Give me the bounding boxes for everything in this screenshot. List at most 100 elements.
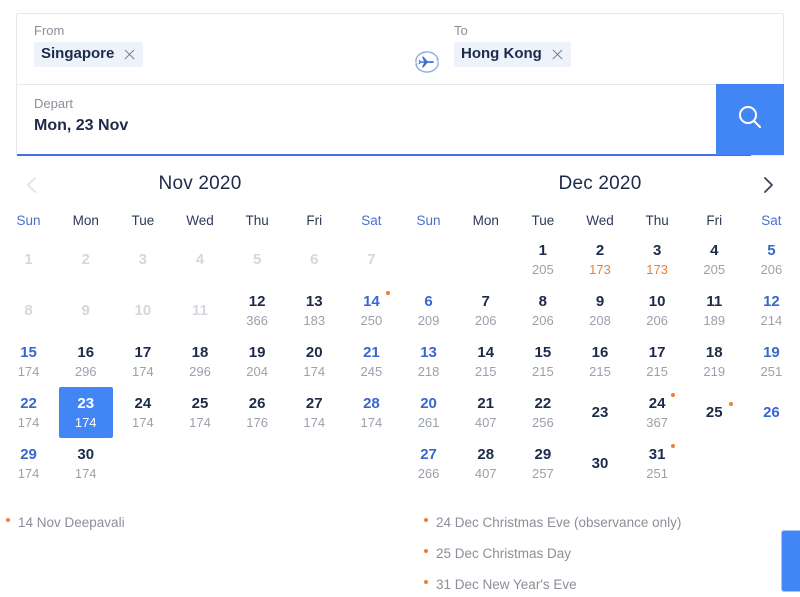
- calendar-day-cell[interactable]: 28407: [457, 438, 514, 489]
- calendar-day-price: 183: [303, 312, 325, 329]
- from-city-chip[interactable]: Singapore: [34, 42, 143, 67]
- weekday-fri: Fri: [686, 206, 743, 234]
- calendar-day-number: 12: [249, 292, 266, 311]
- close-x-icon[interactable]: [551, 48, 564, 61]
- calendar-day-inner: 28174: [344, 387, 398, 438]
- calendar-day-cell[interactable]: 17174: [114, 336, 171, 387]
- chevron-right-icon[interactable]: [756, 173, 780, 197]
- calendar-day-cell[interactable]: 18296: [171, 336, 228, 387]
- calendar-day-cell[interactable]: 20261: [400, 387, 457, 438]
- calendar-day-price: 174: [18, 363, 40, 380]
- calendar-day-cell[interactable]: 30: [571, 438, 628, 489]
- calendar-day-price: 245: [361, 363, 383, 380]
- calendar-day-cell[interactable]: 14215: [457, 336, 514, 387]
- calendar-day-cell[interactable]: 17215: [629, 336, 686, 387]
- calendar-day-cell[interactable]: 27266: [400, 438, 457, 489]
- calendar-day-number: 19: [763, 343, 780, 362]
- edge-floating-button[interactable]: [781, 530, 800, 592]
- calendar-day-cell[interactable]: 26176: [229, 387, 286, 438]
- calendar-day-number: 29: [535, 445, 552, 464]
- calendar-day-cell[interactable]: 5206: [743, 234, 800, 285]
- holiday-legend-text: 25 Dec Christmas Day: [436, 543, 571, 564]
- calendar-month-dec: Dec 2020 Sun Mon Tue Wed Thu Fri Sat 120…: [400, 162, 800, 489]
- calendar-day-number: 31: [649, 445, 666, 464]
- calendar-day-cell[interactable]: 16296: [57, 336, 114, 387]
- calendar-day-cell[interactable]: 19251: [743, 336, 800, 387]
- calendar-day-cell[interactable]: 21407: [457, 387, 514, 438]
- calendar-day-cell[interactable]: 22256: [514, 387, 571, 438]
- calendar-day-number: 6: [424, 292, 432, 311]
- calendar-day-cell[interactable]: 23: [571, 387, 628, 438]
- calendar-day-cell[interactable]: 8206: [514, 285, 571, 336]
- calendar-day-cell[interactable]: 12366: [229, 285, 286, 336]
- calendar-day-cell[interactable]: 15215: [514, 336, 571, 387]
- calendar-day-cell[interactable]: 7206: [457, 285, 514, 336]
- calendar-day-cell[interactable]: 13183: [286, 285, 343, 336]
- calendar-day-cell[interactable]: 31251: [629, 438, 686, 489]
- calendar-day-number: 4: [710, 241, 718, 260]
- calendar-day-inner: 17174: [116, 336, 170, 387]
- weekday-tue: Tue: [114, 206, 171, 234]
- depart-field[interactable]: Depart Mon, 23 Nov: [34, 96, 128, 137]
- calendar-day-cell[interactable]: 4205: [686, 234, 743, 285]
- calendar-day-cell[interactable]: 14250: [343, 285, 400, 336]
- calendar-day-cell[interactable]: 6209: [400, 285, 457, 336]
- weekday-wed: Wed: [571, 206, 628, 234]
- calendar-day-cell[interactable]: 12214: [743, 285, 800, 336]
- calendar-day-empty: [229, 438, 286, 489]
- calendar-day-price: 174: [132, 363, 154, 380]
- to-city-chip[interactable]: Hong Kong: [454, 42, 571, 67]
- calendar-day-number: 12: [763, 292, 780, 311]
- calendar-day-cell[interactable]: 18219: [686, 336, 743, 387]
- calendar-day-empty: [343, 438, 400, 489]
- calendar-day-cell[interactable]: 26: [743, 387, 800, 438]
- calendar-day-cell[interactable]: 29174: [0, 438, 57, 489]
- depart-value: Mon, 23 Nov: [34, 115, 128, 137]
- calendar-day-cell[interactable]: 24174: [114, 387, 171, 438]
- calendar-day-cell[interactable]: 2173: [571, 234, 628, 285]
- calendar-day-price: 208: [589, 312, 611, 329]
- airplane-swap-icon[interactable]: [410, 47, 444, 77]
- calendar-day-inner: 25174: [173, 387, 227, 438]
- calendar-day-cell[interactable]: 29257: [514, 438, 571, 489]
- calendar-day-cell[interactable]: 1205: [514, 234, 571, 285]
- calendar-day-inner: 24174: [116, 387, 170, 438]
- calendar-day-cell[interactable]: 30174: [57, 438, 114, 489]
- calendar-day-inner: 13218: [402, 336, 456, 387]
- calendar-day-cell[interactable]: 23174: [57, 387, 114, 438]
- search-button[interactable]: [716, 84, 784, 155]
- calendar-day-cell: 5: [229, 234, 286, 285]
- chevron-left-icon[interactable]: [20, 173, 44, 197]
- to-field[interactable]: To Hong Kong: [454, 23, 571, 67]
- close-x-icon[interactable]: [123, 48, 136, 61]
- calendar-day-cell[interactable]: 28174: [343, 387, 400, 438]
- calendar-day-cell: 11: [171, 285, 228, 336]
- depart-label: Depart: [34, 96, 128, 112]
- calendar-day-cell[interactable]: 25: [686, 387, 743, 438]
- calendar-day-inner: 10206: [630, 285, 684, 336]
- calendar-day-cell[interactable]: 11189: [686, 285, 743, 336]
- calendar-day-cell[interactable]: 20174: [286, 336, 343, 387]
- calendar-day-cell[interactable]: 21245: [343, 336, 400, 387]
- calendar-day-cell[interactable]: 9208: [571, 285, 628, 336]
- calendar-day-price: 174: [303, 363, 325, 380]
- holiday-dot-icon: [424, 580, 428, 584]
- calendar-day-cell[interactable]: 27174: [286, 387, 343, 438]
- calendar-day-cell[interactable]: 13218: [400, 336, 457, 387]
- calendar-day-cell[interactable]: 3173: [629, 234, 686, 285]
- calendar-day-cell[interactable]: 22174: [0, 387, 57, 438]
- from-field[interactable]: From Singapore: [34, 23, 143, 67]
- calendar-day-number: 14: [477, 343, 494, 362]
- calendar-day-cell[interactable]: 19204: [229, 336, 286, 387]
- calendar-day-price: 261: [418, 414, 440, 431]
- calendar-day-cell[interactable]: 25174: [171, 387, 228, 438]
- calendar-day-price: 174: [18, 465, 40, 482]
- calendar-day-cell[interactable]: 24367: [629, 387, 686, 438]
- calendar-day-number: 24: [649, 394, 666, 413]
- calendar-day-cell[interactable]: 16215: [571, 336, 628, 387]
- calendar-day-number: 3: [139, 250, 147, 269]
- calendar-week-row: 12052173317342055206: [400, 234, 800, 285]
- holiday-dot-icon: [424, 518, 428, 522]
- calendar-day-cell[interactable]: 10206: [629, 285, 686, 336]
- calendar-day-cell[interactable]: 15174: [0, 336, 57, 387]
